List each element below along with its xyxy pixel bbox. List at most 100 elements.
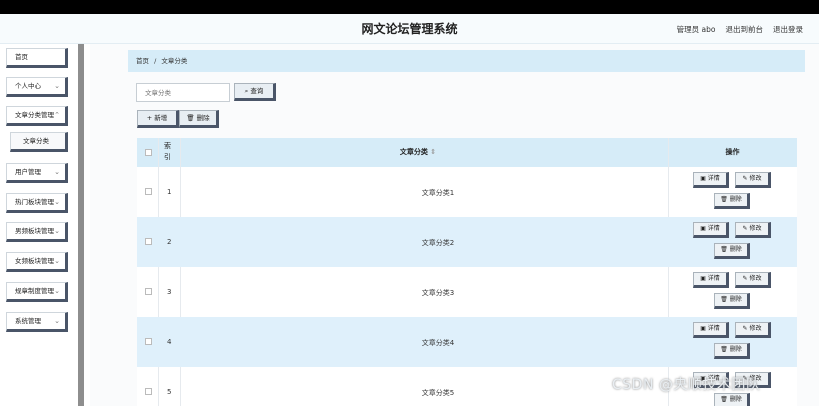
row-category-name: 文章分类2	[421, 239, 455, 247]
row-category-name: 文章分类1	[421, 189, 455, 197]
sidebar-item-label: 个人中心	[15, 82, 41, 90]
delete-button-label: 删除	[729, 396, 742, 403]
watermark: CSDN @央顺技术团队	[612, 377, 761, 393]
header-links: 管理员 abo 退出到前台 退出登录	[677, 24, 803, 35]
detail-button-label: 详情	[707, 325, 720, 332]
edit-icon: ✎	[742, 325, 748, 332]
delete-button[interactable]: 🗑 删除	[714, 343, 750, 359]
edit-button-label: 修改	[749, 325, 762, 332]
row-category-name: 文章分类3	[421, 289, 455, 297]
add-button-label: 新增	[154, 114, 168, 122]
breadcrumb: 首页 / 文章分类	[128, 50, 805, 72]
app-header: 网文论坛管理系统 管理员 abo 退出到前台 退出登录	[0, 14, 819, 44]
sidebar-item-label: 男频板块管理	[15, 227, 54, 235]
sidebar-item-label: 文章分类管理	[15, 111, 54, 119]
batch-delete-button-label: 删除	[196, 114, 210, 122]
chevron-down-icon: ⌄	[54, 227, 60, 235]
sidebar-item-label: 首页	[15, 53, 28, 61]
sidebar-item-hot-section-mgmt[interactable]: 热门板块管理 ⌄	[6, 193, 68, 213]
breadcrumb-current: 文章分类	[161, 57, 188, 65]
sidebar-item-user-mgmt[interactable]: 用户管理 ⌄	[6, 163, 68, 183]
edit-button[interactable]: ✎ 修改	[735, 172, 771, 188]
detail-button[interactable]: ▣ 详情	[693, 222, 729, 238]
sidebar-item-label: 规章制度管理	[15, 287, 54, 295]
chevron-down-icon: ⌄	[54, 198, 60, 206]
trash-icon: 🗑	[720, 346, 728, 353]
row-category-name: 文章分类4	[421, 339, 455, 347]
sidebar-item-system-mgmt[interactable]: 系统管理 ⌄	[6, 312, 68, 332]
edit-button[interactable]: ✎ 修改	[735, 222, 771, 238]
sidebar-item-label: 女频板块管理	[15, 257, 54, 265]
trash-icon: 🗑	[720, 196, 728, 203]
detail-button-label: 详情	[707, 175, 720, 182]
sidebar-item-female-section-mgmt[interactable]: 女频板块管理 ⌄	[6, 252, 68, 272]
add-button[interactable]: + 新增	[137, 110, 179, 128]
delete-button-label: 删除	[729, 296, 742, 303]
sidebar-item-label: 系统管理	[15, 317, 41, 325]
table-row: 1 文章分类1 ▣ 详情 ✎ 修改 🗑 删除	[137, 167, 797, 217]
sidebar-item-male-section-mgmt[interactable]: 男频板块管理 ⌄	[6, 222, 68, 242]
column-header-operation: 操作	[725, 148, 740, 156]
chevron-down-icon: ⌄	[54, 82, 60, 90]
search-button[interactable]: ⌕ 查询	[234, 83, 276, 101]
sidebar-item-article-category[interactable]: 文章分类	[10, 132, 68, 152]
sidebar-item-home[interactable]: 首页	[6, 48, 68, 68]
detail-icon: ▣	[700, 175, 706, 182]
delete-button-label: 删除	[729, 196, 742, 203]
detail-icon: ▣	[700, 275, 706, 282]
detail-icon: ▣	[700, 225, 706, 232]
plus-icon: +	[146, 114, 153, 122]
chevron-down-icon: ⌄	[54, 317, 60, 325]
sort-icon[interactable]: ⇕	[430, 148, 436, 156]
delete-button[interactable]: 🗑 删除	[714, 393, 750, 406]
detail-button[interactable]: ▣ 详情	[693, 272, 729, 288]
trash-icon: 🗑	[720, 246, 728, 253]
back-to-front-link[interactable]: 退出到前台	[726, 24, 764, 35]
chevron-down-icon: ⌄	[54, 257, 60, 265]
table-row: 2 文章分类2 ▣ 详情 ✎ 修改 🗑 删除	[137, 217, 797, 267]
window-top-bar	[0, 0, 819, 14]
sidebar: 首页 个人中心 ⌄ 文章分类管理 ⌃ 文章分类 用户管理 ⌄ 热门板块管理 ⌄ …	[0, 44, 84, 406]
sidebar-item-label: 热门板块管理	[15, 198, 54, 206]
category-table: 索引 文章分类 ⇕ 操作 1 文章分类1 ▣ 详情 ✎ 修改 🗑 删除 2 文章…	[137, 138, 797, 406]
category-search-input[interactable]	[136, 83, 230, 102]
detail-button[interactable]: ▣ 详情	[693, 172, 729, 188]
sidebar-item-label: 文章分类	[23, 137, 49, 145]
edit-icon: ✎	[742, 175, 748, 182]
sidebar-item-personal-center[interactable]: 个人中心 ⌄	[6, 77, 68, 97]
column-header-name-label: 文章分类	[399, 148, 428, 156]
column-header-name[interactable]: 文章分类 ⇕	[137, 147, 697, 157]
search-button-label: 查询	[250, 87, 264, 95]
trash-icon: 🗑	[186, 114, 195, 122]
edit-button[interactable]: ✎ 修改	[735, 272, 771, 288]
delete-button-label: 删除	[729, 246, 742, 253]
detail-button[interactable]: ▣ 详情	[693, 322, 729, 338]
trash-icon: 🗑	[720, 296, 728, 303]
edit-icon: ✎	[742, 275, 748, 282]
table-row: 3 文章分类3 ▣ 详情 ✎ 修改 🗑 删除	[137, 267, 797, 317]
chevron-up-icon: ⌃	[54, 111, 60, 119]
batch-delete-button[interactable]: 🗑 删除	[179, 110, 219, 128]
search-icon: ⌕	[244, 87, 249, 95]
detail-button-label: 详情	[707, 275, 720, 282]
table-row: 4 文章分类4 ▣ 详情 ✎ 修改 🗑 删除	[137, 317, 797, 367]
sidebar-scrollbar[interactable]	[78, 44, 84, 406]
delete-button[interactable]: 🗑 删除	[714, 243, 750, 259]
sidebar-item-label: 用户管理	[15, 168, 41, 176]
sidebar-item-article-category-mgmt[interactable]: 文章分类管理 ⌃	[6, 106, 68, 126]
breadcrumb-separator: /	[154, 57, 157, 65]
edit-button-label: 修改	[749, 175, 762, 182]
sidebar-item-rules-mgmt[interactable]: 规章制度管理 ⌄	[6, 282, 68, 302]
edit-button[interactable]: ✎ 修改	[735, 322, 771, 338]
delete-button[interactable]: 🗑 删除	[714, 193, 750, 209]
logout-link[interactable]: 退出登录	[773, 24, 803, 35]
trash-icon: 🗑	[720, 396, 728, 403]
current-user-label: 管理员 abo	[676, 25, 716, 34]
detail-icon: ▣	[700, 325, 706, 332]
edit-icon: ✎	[742, 225, 748, 232]
breadcrumb-home[interactable]: 首页	[136, 57, 149, 65]
delete-button[interactable]: 🗑 删除	[714, 293, 750, 309]
main-content: 首页 / 文章分类 ⌕ 查询 + 新增 🗑 删除 索引 文章分类 ⇕ 操作 1	[90, 44, 819, 406]
chevron-down-icon: ⌄	[54, 168, 60, 176]
edit-button-label: 修改	[749, 275, 762, 282]
